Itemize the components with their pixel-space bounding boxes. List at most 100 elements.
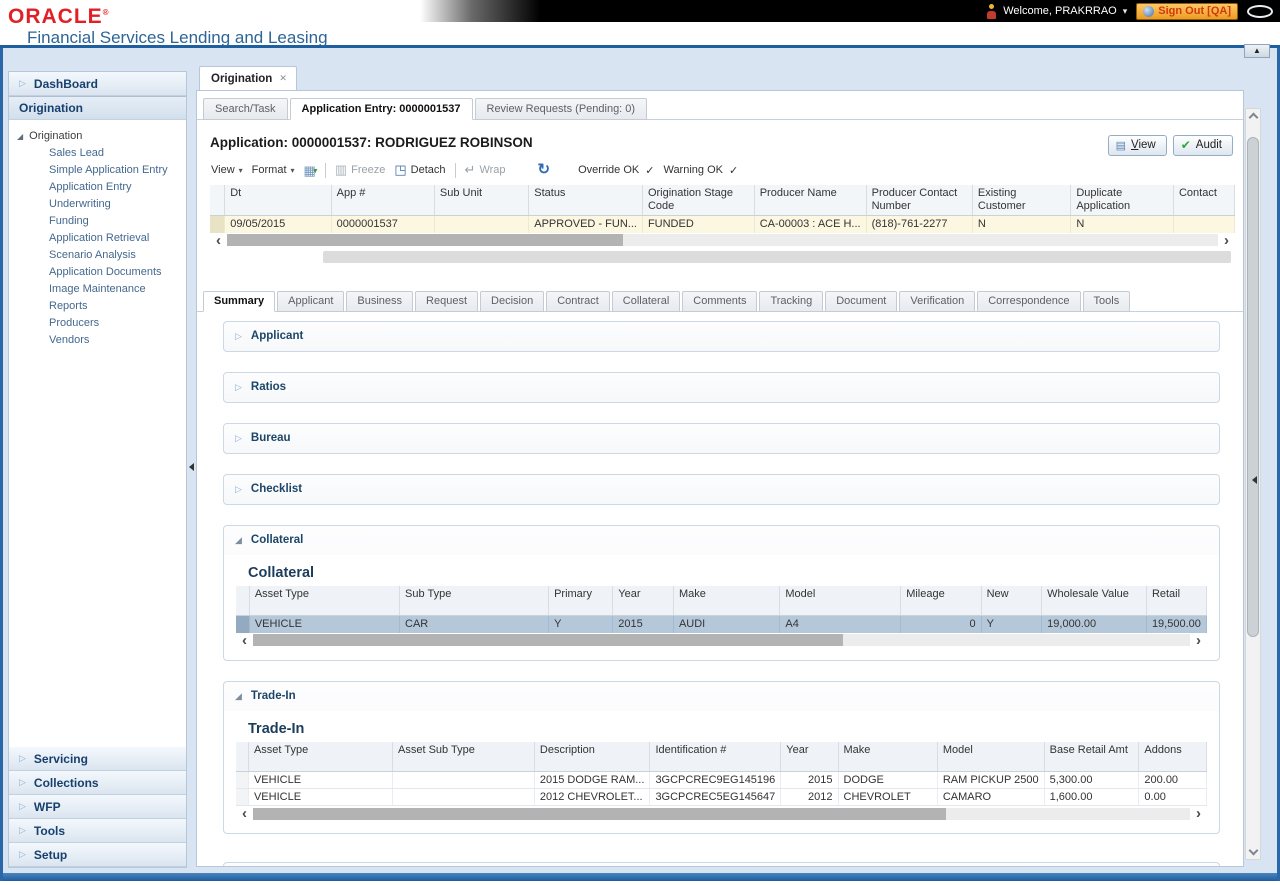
tab-review-requests[interactable]: Review Requests (Pending: 0) (475, 98, 648, 120)
tab-search-task[interactable]: Search/Task (203, 98, 288, 120)
sidebar-item-servicing[interactable]: ▷ Servicing (9, 747, 186, 771)
tab-tracking[interactable]: Tracking (759, 291, 823, 312)
wrap-button[interactable]: ↵ Wrap (465, 162, 506, 178)
scroll-left-icon[interactable]: ‹ (236, 634, 253, 647)
table-row[interactable]: VEHICLE 2015 DODGE RAM... 3GCPCREC9EG145… (236, 772, 1207, 789)
sidebar-item-dashboard[interactable]: ▷ DashBoard (9, 72, 186, 96)
cell-producer-contact[interactable]: (818)-761-2277 (866, 216, 972, 233)
cell-description[interactable]: 2015 DODGE RAM... (534, 772, 650, 789)
cell-model[interactable]: CAMARO (937, 789, 1044, 806)
cell-asset-sub-type[interactable] (393, 789, 535, 806)
scroll-right-icon[interactable]: › (1218, 234, 1235, 247)
tree-item-application-documents[interactable]: Application Documents (9, 264, 186, 281)
scroll-right-icon[interactable]: › (1190, 807, 1207, 820)
tree-item-sales-lead[interactable]: Sales Lead (9, 145, 186, 162)
splitter-handle-right[interactable] (1252, 476, 1257, 484)
refresh-button[interactable]: ↻ (538, 163, 551, 177)
cell-identification[interactable]: 3GCPCREC9EG145196 (650, 772, 781, 789)
cell-model[interactable]: A4 (780, 616, 901, 633)
tree-item-simple-application-entry[interactable]: Simple Application Entry (9, 162, 186, 179)
table-row[interactable]: VEHICLE 2012 CHEVROLET... 3GCPCREC5EG145… (236, 789, 1207, 806)
cell-status[interactable]: APPROVED - FUN... (529, 216, 643, 233)
scrollbar-thumb[interactable] (227, 234, 623, 246)
table-row[interactable]: 09/05/2015 0000001537 APPROVED - FUN... … (210, 216, 1235, 233)
tree-item-scenario-analysis[interactable]: Scenario Analysis (9, 247, 186, 264)
view-button[interactable]: ▤ View (1108, 135, 1167, 156)
section-collateral-header[interactable]: ◢ Collateral (224, 526, 1219, 555)
scroll-left-icon[interactable]: ‹ (236, 807, 253, 820)
cell-origination-stage[interactable]: FUNDED (642, 216, 754, 233)
cell-year[interactable]: 2015 (781, 772, 838, 789)
override-ok-checkbox[interactable]: Override OK ✓ (578, 164, 654, 177)
scrollbar-thumb[interactable] (1247, 137, 1259, 637)
outer-scrollbar-thumb[interactable] (323, 251, 1231, 263)
vertical-scrollbar[interactable] (1245, 108, 1261, 860)
tree-item-reports[interactable]: Reports (9, 298, 186, 315)
query-by-example-button[interactable]: ▦▼ (304, 164, 316, 177)
scroll-up-icon[interactable] (1249, 113, 1259, 123)
cell-sub-unit[interactable] (434, 216, 528, 233)
detach-button[interactable]: ◳ Detach (394, 162, 445, 178)
cell-make[interactable]: DODGE (838, 772, 937, 789)
table-row[interactable]: VEHICLE CAR Y 2015 AUDI A4 0 Y 19,000.00 (236, 616, 1207, 633)
tab-origination[interactable]: Origination ✕ (199, 66, 297, 90)
tab-collateral[interactable]: Collateral (612, 291, 680, 312)
tab-decision[interactable]: Decision (480, 291, 544, 312)
view-menu[interactable]: View ▾ (211, 164, 243, 176)
tab-business[interactable]: Business (346, 291, 413, 312)
tab-comments[interactable]: Comments (682, 291, 757, 312)
tree-item-application-retrieval[interactable]: Application Retrieval (9, 230, 186, 247)
cell-asset-sub-type[interactable] (393, 772, 535, 789)
cell-asset-type[interactable]: VEHICLE (248, 772, 392, 789)
cell-wholesale-value[interactable]: 19,000.00 (1042, 616, 1147, 633)
tree-item-underwriting[interactable]: Underwriting (9, 196, 186, 213)
cell-model[interactable]: RAM PICKUP 2500 (937, 772, 1044, 789)
row-marker[interactable] (236, 616, 249, 633)
row-marker[interactable] (210, 216, 225, 233)
cell-addons[interactable]: 0.00 (1139, 789, 1207, 806)
sign-out-button[interactable]: Sign Out [QA] (1136, 3, 1238, 20)
cell-contact[interactable] (1173, 216, 1234, 233)
tab-application-entry[interactable]: Application Entry: 0000001537 (290, 98, 473, 120)
cell-base-retail-amt[interactable]: 1,600.00 (1044, 789, 1139, 806)
cell-primary[interactable]: Y (549, 616, 613, 633)
cell-base-retail-amt[interactable]: 5,300.00 (1044, 772, 1139, 789)
scrollbar-track[interactable] (253, 808, 1190, 820)
section-applicant-header[interactable]: ▷ Applicant (224, 322, 1219, 351)
tab-contract[interactable]: Contract (546, 291, 610, 312)
sidebar-item-wfp[interactable]: ▷ WFP (9, 795, 186, 819)
cell-existing-customer[interactable]: N (972, 216, 1070, 233)
tab-request[interactable]: Request (415, 291, 478, 312)
cell-asset-type[interactable]: VEHICLE (249, 616, 399, 633)
cell-dt[interactable]: 09/05/2015 (225, 216, 331, 233)
row-marker[interactable] (236, 772, 248, 789)
cell-producer-name[interactable]: CA-00003 : ACE H... (754, 216, 866, 233)
scroll-left-icon[interactable]: ‹ (210, 234, 227, 247)
tab-tools[interactable]: Tools (1083, 291, 1131, 312)
tree-item-vendors[interactable]: Vendors (9, 332, 186, 349)
scrollbar-track[interactable] (227, 234, 1218, 246)
freeze-button[interactable]: ▥ Freeze (335, 162, 386, 178)
sidebar-item-origination[interactable]: Origination (9, 96, 186, 120)
cell-addons[interactable]: 200.00 (1139, 772, 1207, 789)
sidebar-item-collections[interactable]: ▷ Collections (9, 771, 186, 795)
sidebar-item-tools[interactable]: ▷ Tools (9, 819, 186, 843)
tab-applicant[interactable]: Applicant (277, 291, 344, 312)
tree-item-producers[interactable]: Producers (9, 315, 186, 332)
cell-year[interactable]: 2015 (613, 616, 674, 633)
cell-year[interactable]: 2012 (781, 789, 838, 806)
tab-summary[interactable]: Summary (203, 291, 275, 312)
welcome-menu[interactable]: Welcome, PRAKRRAO ▾ (986, 4, 1127, 19)
sidebar-item-setup[interactable]: ▷ Setup (9, 843, 186, 867)
tree-item-image-maintenance[interactable]: Image Maintenance (9, 281, 186, 298)
scroll-down-icon[interactable] (1249, 846, 1259, 856)
section-bureau-header[interactable]: ▷ Bureau (224, 424, 1219, 453)
page-scroll-up-button[interactable]: ▲ (1244, 44, 1270, 58)
splitter-handle-left[interactable] (189, 463, 194, 471)
tab-verification[interactable]: Verification (899, 291, 975, 312)
tree-item-funding[interactable]: Funding (9, 213, 186, 230)
scrollbar-track[interactable] (253, 634, 1190, 646)
scrollbar-thumb[interactable] (253, 634, 843, 646)
scroll-right-icon[interactable]: › (1190, 634, 1207, 647)
cell-make[interactable]: AUDI (673, 616, 779, 633)
